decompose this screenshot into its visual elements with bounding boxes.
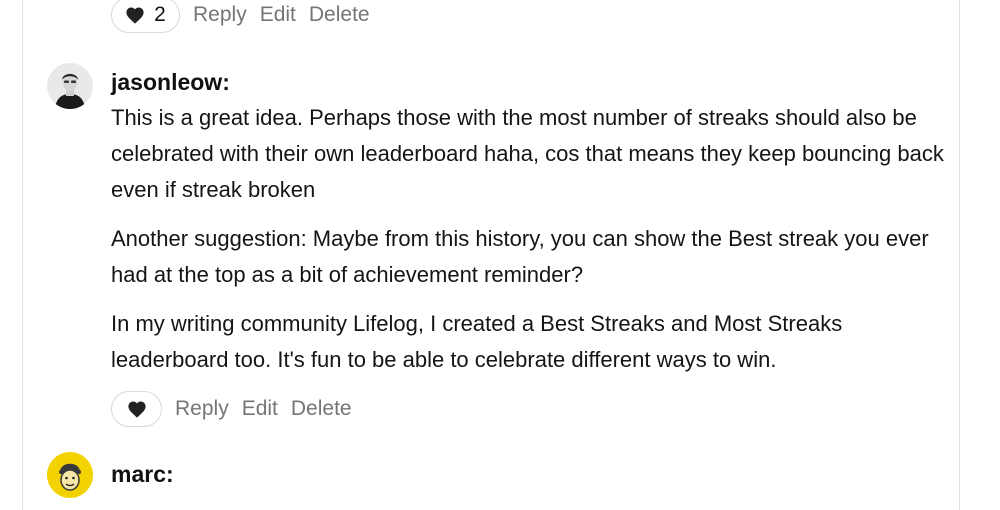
comment-actions: Reply Edit Delete <box>111 391 352 427</box>
avatar-jasonleow[interactable] <box>47 63 93 109</box>
heart-icon <box>126 7 144 24</box>
like-count: 2 <box>154 3 166 26</box>
edit-button[interactable]: Edit <box>242 397 278 421</box>
comment-author[interactable]: marc: <box>111 461 174 488</box>
comment-author[interactable]: jasonleow: <box>111 69 230 96</box>
like-button[interactable] <box>111 391 162 427</box>
delete-button[interactable]: Delete <box>309 3 370 27</box>
like-button[interactable]: 2 <box>111 0 180 33</box>
avatar-marc[interactable] <box>47 452 93 498</box>
comment-paragraph: This is a great idea. Perhaps those with… <box>111 105 944 202</box>
reply-button[interactable]: Reply <box>175 397 229 421</box>
reply-button[interactable]: Reply <box>193 3 247 27</box>
comment-body: This is a great idea. Perhaps those with… <box>111 100 951 391</box>
delete-button[interactable]: Delete <box>291 397 352 421</box>
comment-actions: 2 Reply Edit Delete <box>111 0 370 33</box>
heart-icon <box>127 401 146 418</box>
comment-paragraph: In my writing community Lifelog, I creat… <box>111 311 843 372</box>
edit-button[interactable]: Edit <box>260 3 296 27</box>
comment-paragraph: Another suggestion: Maybe from this hist… <box>111 226 929 287</box>
